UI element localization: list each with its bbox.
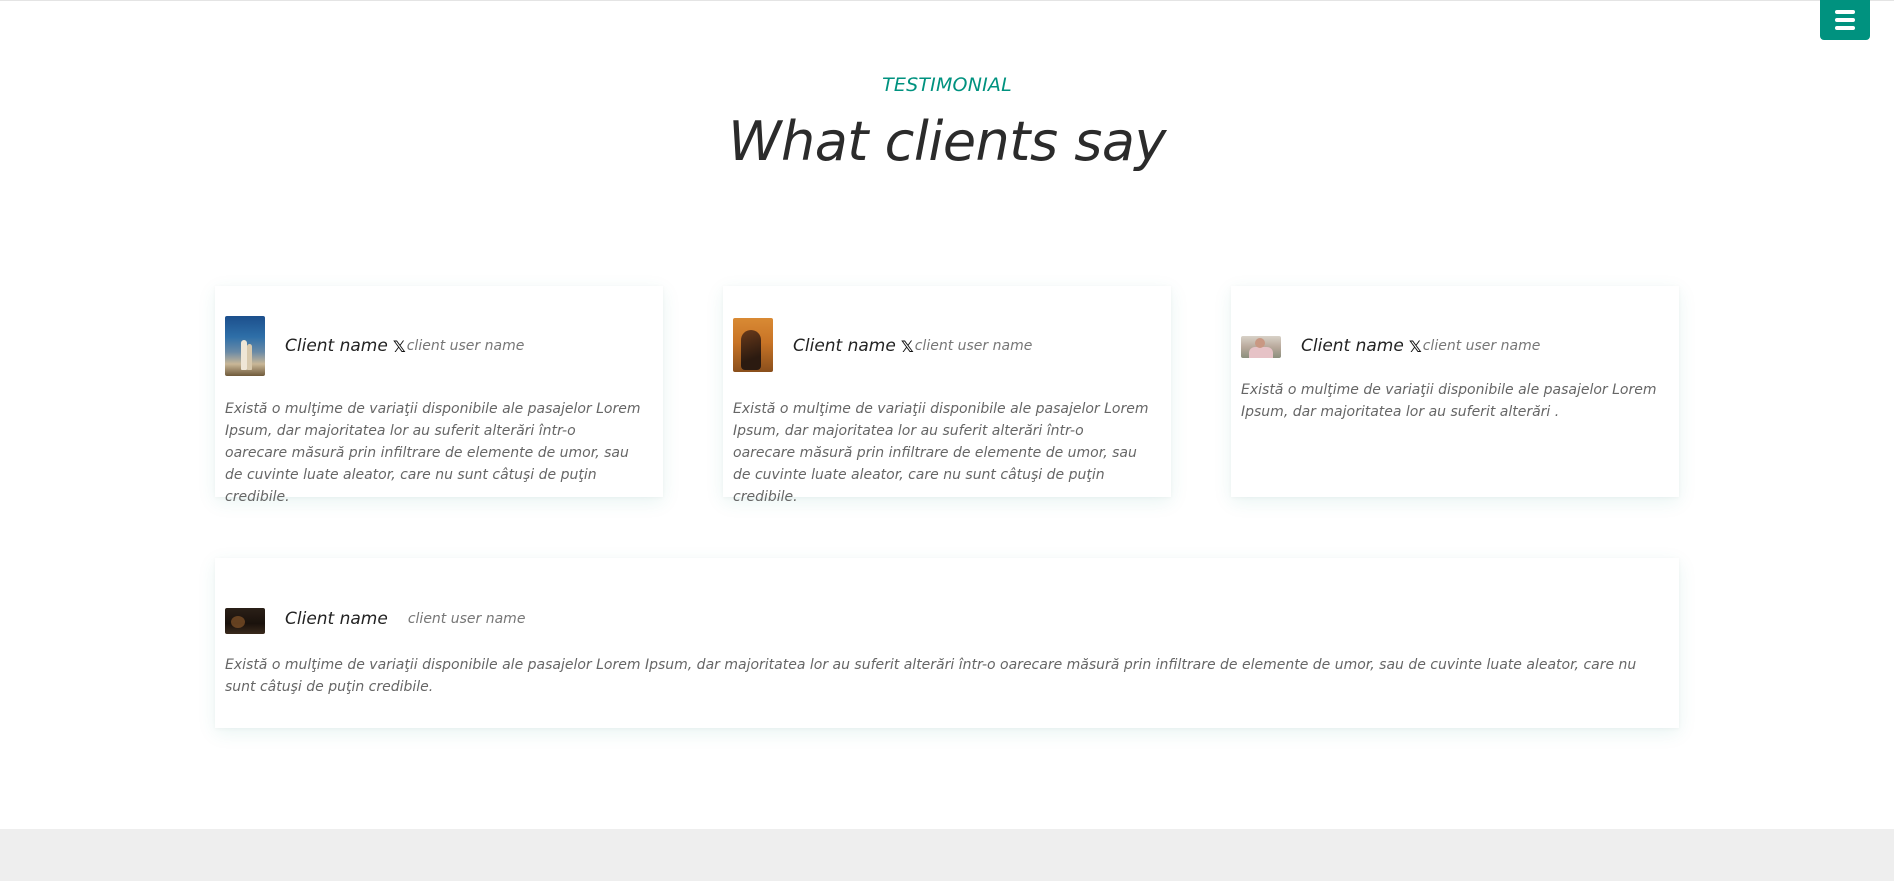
client-header: Client name 𝕏 client user name (1301, 336, 1540, 356)
client-avatar (225, 316, 265, 376)
footer-band (0, 829, 1894, 881)
testimonial-card: Client name 𝕏 client user name Există o … (723, 286, 1171, 505)
client-name: Client name (793, 336, 896, 356)
client-avatar (733, 318, 773, 372)
section-title: What clients say (728, 110, 1166, 173)
client-header: Client name client user name (285, 609, 525, 629)
client-avatar (1241, 336, 1281, 358)
testimonial-quote: Există o mulţime de variaţii disponibile… (225, 401, 641, 505)
client-username: client user name (406, 338, 525, 354)
client-header: Client name 𝕏 client user name (285, 336, 524, 356)
testimonial-quote: Există o mulţime de variaţii disponibile… (1241, 382, 1657, 420)
hamburger-menu-icon (1835, 26, 1855, 30)
client-avatar (225, 608, 265, 634)
testimonial-quote: Există o mulţime de variaţii disponibile… (225, 657, 1637, 695)
testimonial-quote: Există o mulţime de variaţii disponibile… (733, 401, 1149, 505)
x-logo-icon[interactable]: 𝕏 (1409, 337, 1422, 356)
client-username: client user name (407, 611, 526, 627)
hamburger-menu-button[interactable] (1820, 0, 1870, 40)
hamburger-menu-icon (1835, 18, 1855, 22)
section-label: TESTIMONIAL (882, 74, 1012, 96)
client-username: client user name (1422, 338, 1541, 354)
client-name: Client name (1301, 336, 1404, 356)
testimonial-card: Client name client user name Există o mu… (215, 558, 1679, 728)
testimonial-card: Client name 𝕏 client user name Există o … (1231, 286, 1679, 497)
x-logo-icon[interactable]: 𝕏 (901, 337, 914, 356)
hamburger-menu-icon (1835, 10, 1855, 14)
top-divider (0, 0, 1894, 1)
client-header: Client name 𝕏 client user name (793, 336, 1032, 356)
client-username: client user name (914, 338, 1033, 354)
client-name: Client name (285, 336, 388, 356)
testimonial-card: Client name 𝕏 client user name Există o … (215, 286, 663, 505)
x-logo-icon[interactable]: 𝕏 (393, 337, 406, 356)
client-name: Client name (285, 609, 388, 629)
